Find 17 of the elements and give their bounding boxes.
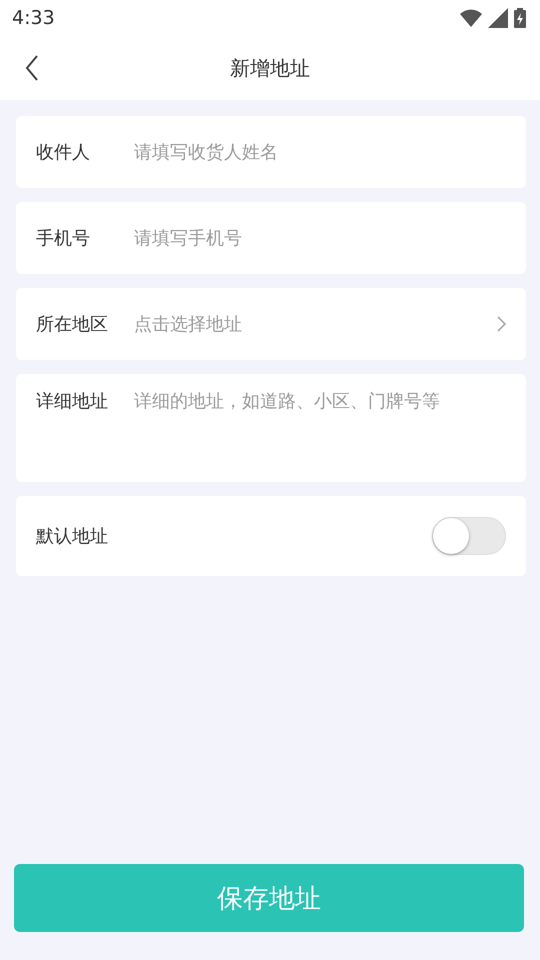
wifi-icon (460, 9, 482, 27)
status-time: 4:33 (12, 7, 55, 29)
page-title: 新增地址 (230, 54, 310, 82)
field-label: 手机号 (36, 227, 91, 250)
field-label: 收件人 (36, 141, 91, 164)
back-icon (25, 55, 39, 81)
address-field[interactable]: 详细地址 详细的地址，如道路、小区、门牌号等 (16, 374, 526, 482)
chevron-right-icon (497, 316, 506, 332)
input-field[interactable]: 请填写收货人姓名 (134, 142, 506, 162)
field-label: 所在地区 (36, 313, 109, 336)
field-label: 详细地址 (36, 390, 109, 413)
input-field[interactable]: 请填写手机号 (134, 228, 506, 248)
signal-icon (488, 8, 508, 28)
battery-icon (514, 8, 526, 28)
field-label: 默认地址 (36, 525, 109, 548)
default-toggle[interactable] (432, 517, 506, 555)
select-field[interactable]: 点击选择地址 (134, 314, 497, 334)
